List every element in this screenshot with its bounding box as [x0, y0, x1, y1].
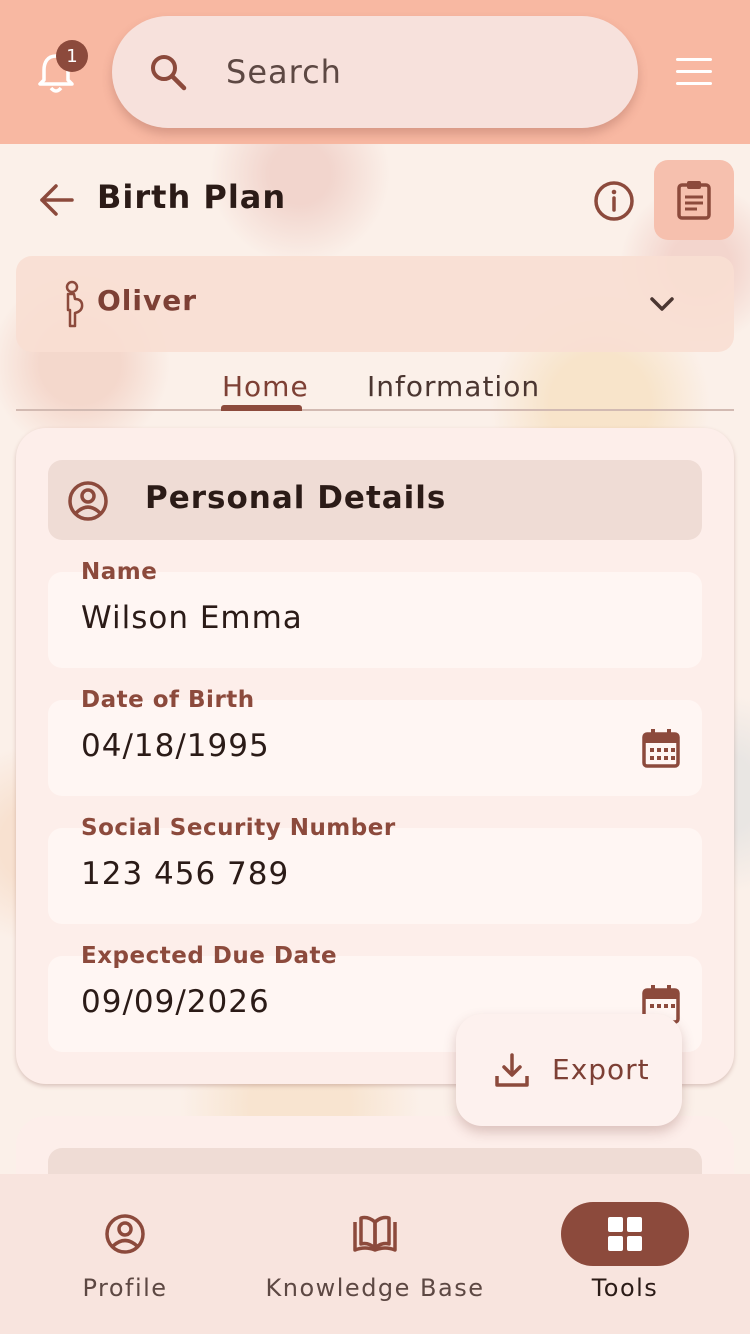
menu-icon[interactable] [676, 58, 712, 86]
chevron-down-icon[interactable] [648, 294, 676, 314]
top-app-bar: 1 Search [0, 0, 750, 144]
nav-profile-label[interactable]: Profile [45, 1274, 205, 1302]
back-arrow-icon[interactable] [38, 182, 76, 218]
account-circle-icon [68, 481, 108, 521]
clipboard-button[interactable] [654, 160, 734, 240]
grid-icon[interactable] [607, 1216, 643, 1252]
pregnant-person-icon [65, 280, 84, 328]
ssn-label: Social Security Number [81, 815, 396, 841]
nav-knowledge-base-label[interactable]: Knowledge Base [255, 1274, 495, 1302]
tabs-divider [16, 409, 734, 411]
due-date-label: Expected Due Date [81, 943, 338, 969]
notification-badge: 1 [56, 40, 88, 72]
download-icon [495, 1053, 529, 1087]
name-value[interactable]: Wilson Emma [81, 600, 303, 636]
date-of-birth-value[interactable]: 04/18/1995 [81, 728, 270, 764]
date-of-birth-label: Date of Birth [81, 687, 255, 713]
search-input[interactable]: Search [226, 53, 342, 91]
info-icon[interactable] [592, 179, 636, 223]
ssn-value[interactable]: 123 456 789 [81, 856, 289, 892]
calendar-icon[interactable] [642, 728, 680, 768]
search-icon [151, 55, 187, 91]
book-icon[interactable] [351, 1214, 399, 1254]
search-bar[interactable]: Search [112, 16, 638, 128]
tab-home[interactable]: Home [222, 370, 309, 403]
clipboard-icon [677, 181, 711, 220]
active-tab-indicator [221, 405, 302, 411]
export-label: Export [552, 1053, 650, 1086]
profile-icon[interactable] [104, 1213, 146, 1255]
page-title: Birth Plan [97, 178, 287, 216]
patient-name: Oliver [97, 284, 198, 317]
name-label: Name [81, 559, 158, 585]
nav-tools-label[interactable]: Tools [545, 1274, 705, 1302]
due-date-value[interactable]: 09/09/2026 [81, 984, 270, 1020]
section-title: Personal Details [145, 480, 447, 516]
tab-information[interactable]: Information [367, 370, 540, 403]
